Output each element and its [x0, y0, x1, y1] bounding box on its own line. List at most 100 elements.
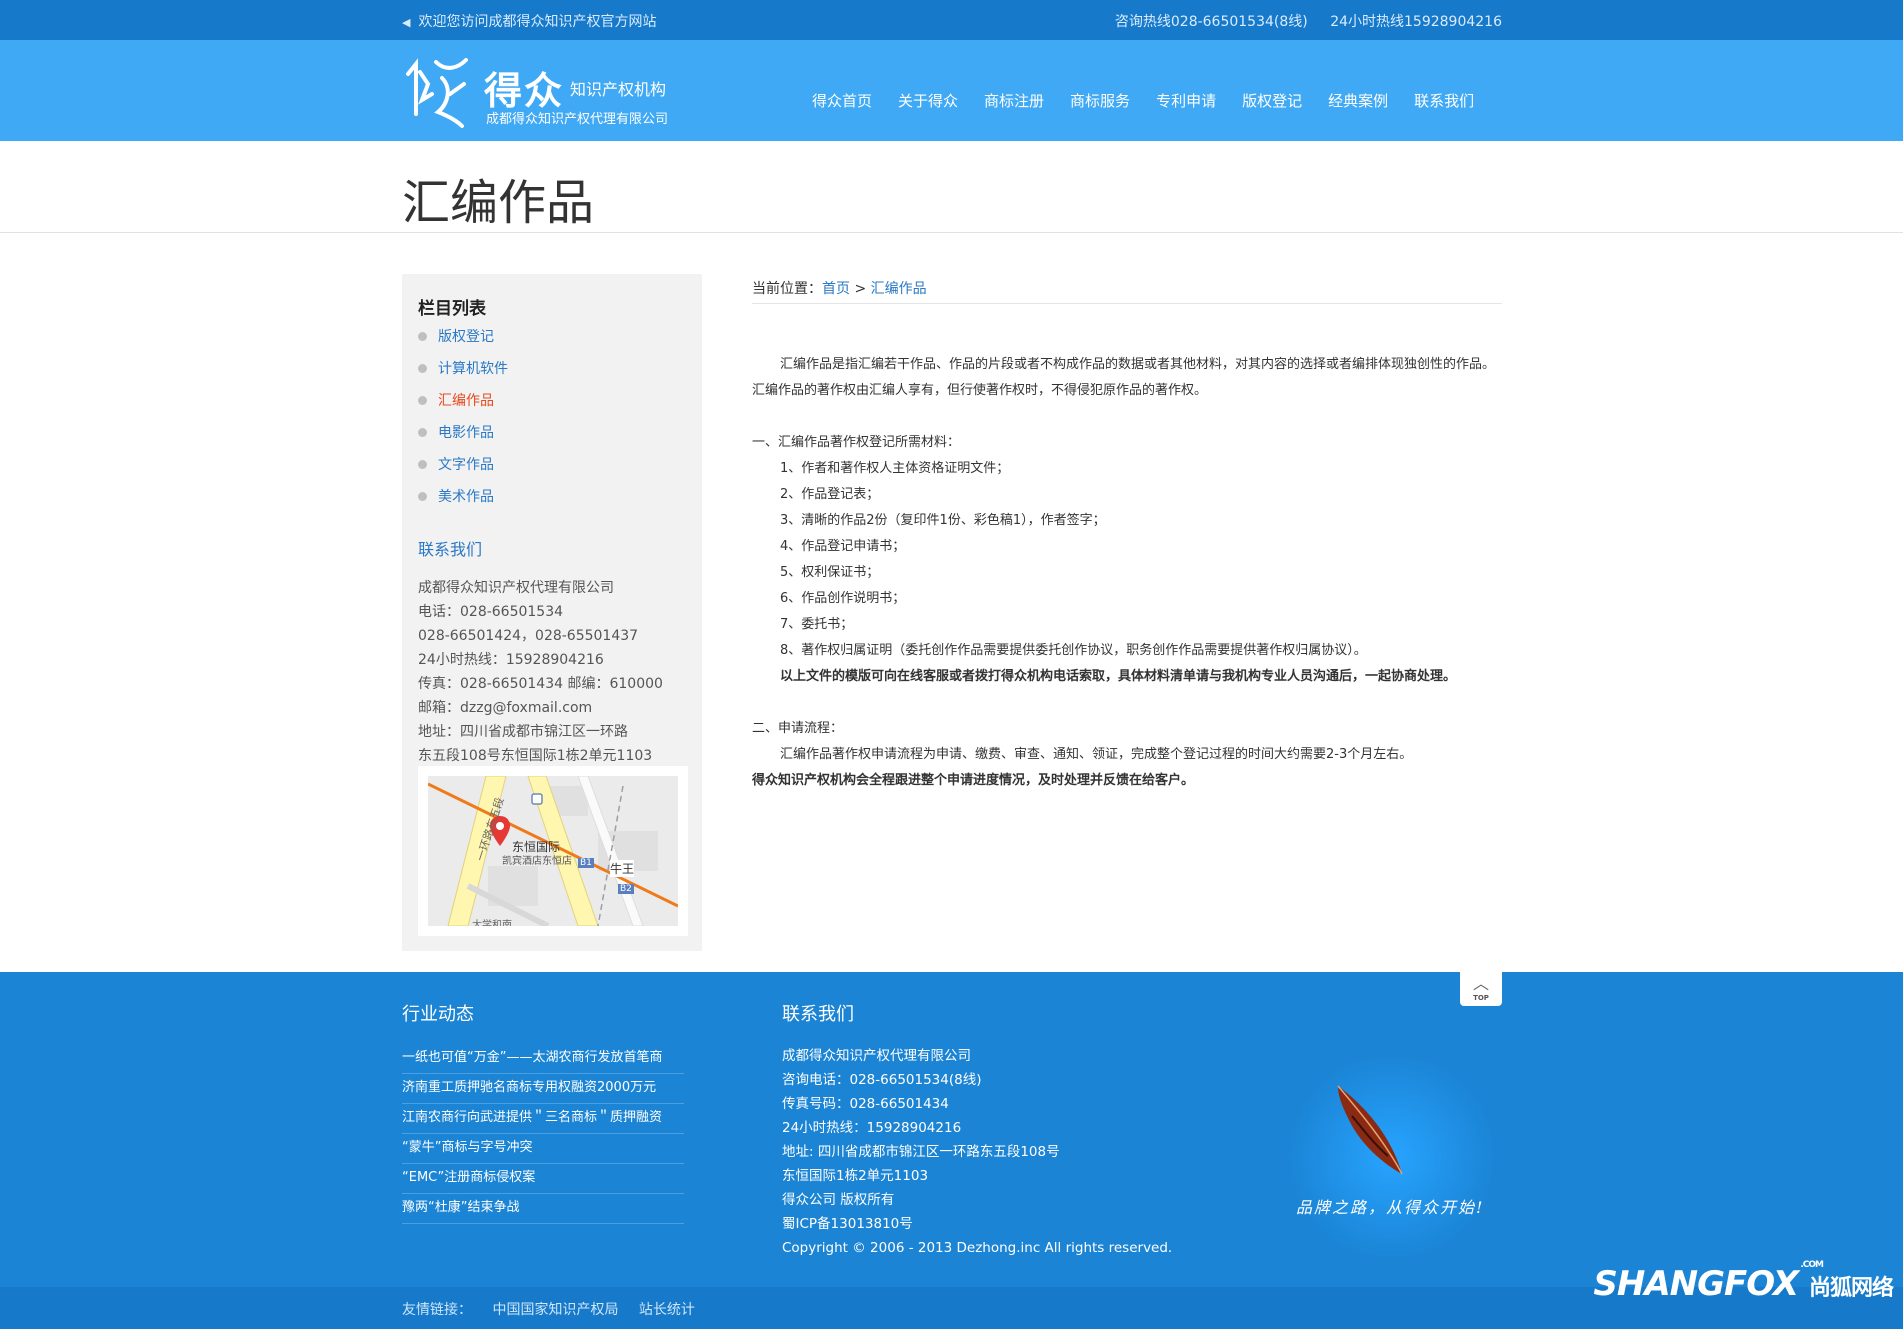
watermark-text: SHANGFOX — [1593, 1264, 1799, 1304]
sidebar-contact-line: 028-66501424，028-65501437 — [418, 628, 639, 644]
section1-item: 1、作者和著作权人主体资格证明文件； — [780, 461, 1010, 476]
location-map[interactable]: 东恒国际 凯宾酒店东恒店 一环路东五段 牛王 B1 B2 大学和南 — [418, 766, 688, 936]
sidebar-title: 栏目列表 — [418, 299, 486, 319]
footer-contact-line: 地址: 四川省成都市锦江区一环路东五段108号 — [782, 1144, 1060, 1160]
sidebar-contact-line: 东五段108号东恒国际1栋2单元1103 — [418, 748, 653, 764]
nav-home[interactable]: 得众首页 — [812, 90, 872, 111]
section1-item: 5、权利保证书； — [780, 565, 880, 580]
section1-item: 4、作品登记申请书； — [780, 539, 906, 554]
title-band: 汇编作品 — [0, 141, 1903, 233]
logo-brand: 得众 — [484, 68, 565, 113]
nav-trademark-service[interactable]: 商标服务 — [1070, 90, 1130, 111]
back-to-top-button[interactable]: ︿ TOP — [1460, 972, 1502, 1006]
news-item[interactable]: 一纸也可值“万金”——太湖农商行发放首笔商 — [402, 1044, 684, 1074]
footer-copyright: Copyright © 2006 - 2013 Dezhong.inc All … — [782, 1240, 1173, 1256]
section2-note: 得众知识产权机构会全程跟进整个申请进度情况，及时处理并反馈在给客户。 — [752, 773, 1195, 788]
logo-brand-sub: 知识产权机构 — [570, 80, 667, 99]
footer-contact-line: 成都得众知识产权代理有限公司 — [782, 1048, 971, 1064]
sidebar-contact-line: 电话：028-66501534 — [418, 604, 564, 620]
site-header: 得众 知识产权机构 成都得众知识产权代理有限公司 得众首页 关于得众 商标注册 … — [0, 40, 1903, 141]
breadcrumb-separator: > — [854, 281, 867, 297]
news-item[interactable]: 济南重工质押驰名商标专用权融资2000万元 — [402, 1074, 684, 1104]
sidebar-contact-info: 成都得众知识产权代理有限公司 电话：028-66501534 028-66501… — [418, 576, 663, 768]
nav-patent[interactable]: 专利申请 — [1156, 90, 1216, 111]
news-item[interactable]: 豫两“杜康”结束争战 — [402, 1194, 684, 1224]
sidebar-item-copyright-registration[interactable]: 版权登记 — [418, 326, 508, 358]
speaker-icon: ◀ — [402, 16, 411, 29]
sidebar-contact-line: 24小时热线：15928904216 — [418, 652, 604, 668]
feather-icon — [1337, 1085, 1403, 1175]
bullet-icon — [418, 364, 427, 373]
news-item[interactable]: 江南农商行向武进提供＂三名商标＂质押融资 — [402, 1104, 684, 1134]
footer-contact-line: 东恒国际1栋2单元1103 — [782, 1168, 929, 1184]
friend-link-cnipa[interactable]: 中国国家知识产权局 — [492, 1302, 618, 1318]
section1-item: 8、著作权归属证明（委托创作作品需要提供委托创作协议，职务创作作品需要提供著作权… — [780, 643, 1367, 658]
section1-item: 3、清晰的作品2份（复印件1份、彩色稿1），作者签字； — [780, 513, 1106, 528]
news-item[interactable]: “EMC”注册商标侵权案 — [402, 1164, 684, 1194]
sidebar-contact-line: 邮箱：dzzg@foxmail.com — [418, 700, 593, 716]
section1-item: 7、委托书； — [780, 617, 854, 632]
breadcrumb-home[interactable]: 首页 — [822, 281, 850, 297]
watermark-cn: 尚狐网络 — [1808, 1276, 1894, 1301]
hotline-consult: 咨询热线028-66501534(8线) — [1114, 14, 1308, 30]
logo-mark-icon — [406, 58, 468, 128]
watermark-com: .COM — [1800, 1260, 1824, 1270]
sidebar-contact-line: 成都得众知识产权代理有限公司 — [418, 580, 614, 596]
sidebar: 栏目列表 版权登记 计算机软件 汇编作品 电影作品 文字作品 美术作品 联系我们… — [402, 274, 702, 951]
logo-company: 成都得众知识产权代理有限公司 — [486, 112, 669, 127]
sidebar-item-computer-software[interactable]: 计算机软件 — [418, 358, 508, 390]
intro-paragraph-2: 汇编作品的著作权由汇编人享有，但行使著作权时，不得侵犯原作品的著作权。 — [752, 383, 1208, 398]
bullet-icon — [418, 428, 427, 437]
nav-about[interactable]: 关于得众 — [898, 90, 958, 111]
footer-contact-title: 联系我们 — [782, 1004, 854, 1025]
sidebar-contact-title: 联系我们 — [418, 540, 483, 559]
section1-title: 一、汇编作品著作权登记所需材料： — [752, 435, 961, 450]
footer-icp[interactable]: 蜀ICP备13013810号 — [782, 1212, 1182, 1236]
sidebar-item-art-works[interactable]: 美术作品 — [418, 486, 508, 518]
map-poi2-label: 凯宾酒店东恒店 — [502, 856, 572, 867]
friend-link-stats[interactable]: 站长统计 — [639, 1302, 695, 1318]
news-item[interactable]: “蒙牛”商标与字号冲突 — [402, 1134, 684, 1164]
welcome-text: ◀ 欢迎您访问成都得众知识产权官方网站 — [402, 14, 657, 30]
map-station-label: 牛王 — [610, 860, 635, 877]
breadcrumb: 当前位置：首页 > 汇编作品 — [752, 274, 1502, 304]
section2-title: 二、申请流程： — [752, 721, 844, 736]
footer-contact-line: 得众公司 版权所有 — [782, 1192, 895, 1208]
article-body: 汇编作品是指汇编若干作品、作品的片段或者不构成作品的数据或者其他材料，对其内容的… — [752, 352, 1502, 794]
footer-news-title: 行业动态 — [402, 1004, 474, 1025]
bullet-icon — [418, 332, 427, 341]
footer-contact-line: 24小时热线：15928904216 — [782, 1120, 962, 1136]
footer: ︿ TOP 行业动态 一纸也可值“万金”——太湖农商行发放首笔商 济南重工质押驰… — [0, 972, 1903, 1287]
breadcrumb-current[interactable]: 汇编作品 — [871, 281, 927, 297]
friend-links-label: 友情链接： — [402, 1302, 472, 1318]
main-nav: 得众首页 关于得众 商标注册 商标服务 专利申请 版权登记 经典案例 联系我们 — [812, 90, 1500, 111]
sidebar-item-literary-works[interactable]: 文字作品 — [418, 454, 508, 486]
sidebar-item-film-works[interactable]: 电影作品 — [418, 422, 508, 454]
section1-item: 2、作品登记表； — [780, 487, 880, 502]
section1-item: 6、作品创作说明书； — [780, 591, 906, 606]
back-to-top-label: TOP — [1473, 994, 1489, 1002]
bullet-icon — [418, 492, 427, 501]
sidebar-item-compilation-works[interactable]: 汇编作品 — [418, 390, 508, 422]
footer-contact: 联系我们 成都得众知识产权代理有限公司 咨询电话：028-66501534(8线… — [782, 1000, 1182, 1260]
sidebar-contact-line: 传真：028-66501434 邮编：610000 — [418, 676, 663, 692]
bullet-icon — [418, 460, 427, 469]
sidebar-contact-line: 地址：四川省成都市锦江区一环路 — [418, 724, 628, 740]
nav-trademark-registration[interactable]: 商标注册 — [984, 90, 1044, 111]
chevron-up-icon: ︿ — [1472, 974, 1489, 993]
section1-note: 以上文件的模版可向在线客服或者拨打得众机构电话索取，具体材料清单请与我机构专业人… — [780, 669, 1457, 684]
nav-copyright[interactable]: 版权登记 — [1242, 90, 1302, 111]
footer-contact-line: 传真号码：028-66501434 — [782, 1096, 949, 1112]
map-exit-b2: B2 — [618, 884, 634, 894]
hotlines: 咨询热线028-66501534(8线) 24小时热线15928904216 — [1097, 11, 1502, 31]
logo[interactable]: 得众 知识产权机构 成都得众知识产权代理有限公司 — [402, 54, 672, 130]
map-exit-b1: B1 — [578, 858, 594, 868]
page-title: 汇编作品 — [402, 175, 595, 231]
map-street-label: 大学和南 — [472, 920, 512, 926]
top-bar: ◀ 欢迎您访问成都得众知识产权官方网站 咨询热线028-66501534(8线) … — [0, 0, 1903, 40]
nav-contact[interactable]: 联系我们 — [1414, 90, 1474, 111]
nav-cases[interactable]: 经典案例 — [1328, 90, 1388, 111]
footer-slogan: 品牌之路，从得众开始! — [1296, 1198, 1485, 1217]
footer-news-list: 一纸也可值“万金”——太湖农商行发放首笔商 济南重工质押驰名商标专用权融资200… — [402, 1044, 684, 1224]
intro-paragraph-1: 汇编作品是指汇编若干作品、作品的片段或者不构成作品的数据或者其他材料，对其内容的… — [780, 357, 1496, 372]
